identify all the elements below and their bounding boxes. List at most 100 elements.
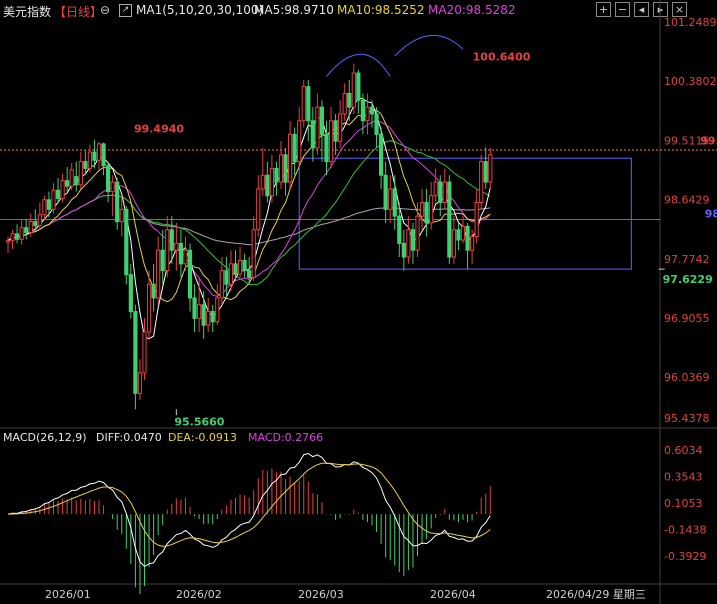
candle-body[interactable] xyxy=(274,167,279,183)
candle-body[interactable] xyxy=(388,188,393,210)
candle-body[interactable] xyxy=(247,270,252,278)
candle-body[interactable] xyxy=(237,259,243,275)
candle-body[interactable] xyxy=(278,154,284,183)
candle-body[interactable] xyxy=(55,189,61,199)
candle-body[interactable] xyxy=(19,227,24,240)
candle-body[interactable] xyxy=(92,151,97,161)
candle-body[interactable] xyxy=(74,176,79,186)
candle-body[interactable] xyxy=(115,181,120,223)
candle-body[interactable] xyxy=(156,249,161,299)
candle-body[interactable] xyxy=(392,188,397,217)
candle-body[interactable] xyxy=(210,311,215,323)
candle-body[interactable] xyxy=(106,165,111,193)
candle-body[interactable] xyxy=(383,174,388,210)
candle-body[interactable] xyxy=(265,174,270,197)
candle-body[interactable] xyxy=(460,225,466,241)
candle-body[interactable] xyxy=(456,229,461,241)
candle-body[interactable] xyxy=(269,167,274,197)
candle-body[interactable] xyxy=(28,221,33,233)
candle-body[interactable] xyxy=(351,72,356,108)
candle-body[interactable] xyxy=(319,106,325,135)
candle-body[interactable] xyxy=(137,372,143,394)
candle-body[interactable] xyxy=(37,214,42,227)
candle-body[interactable] xyxy=(483,161,488,183)
candle-body[interactable] xyxy=(479,161,484,204)
candle-body[interactable] xyxy=(110,181,115,193)
candle-body[interactable] xyxy=(46,199,52,210)
candle-body[interactable] xyxy=(360,99,365,122)
candle-body[interactable] xyxy=(69,169,74,187)
candle-body[interactable] xyxy=(33,221,38,227)
candle-body[interactable] xyxy=(374,113,379,135)
candle-body[interactable] xyxy=(306,86,311,122)
candle-body[interactable] xyxy=(201,304,206,326)
candle-body[interactable] xyxy=(465,225,470,251)
candle-body[interactable] xyxy=(470,236,475,251)
candle-body[interactable] xyxy=(119,208,124,223)
candle-body[interactable] xyxy=(324,133,329,163)
candle-body[interactable] xyxy=(83,161,88,169)
candle-body[interactable] xyxy=(315,106,320,149)
candle-body[interactable] xyxy=(288,133,293,183)
candle-body[interactable] xyxy=(424,202,429,224)
candle-body[interactable] xyxy=(379,133,384,176)
candle-body[interactable] xyxy=(297,120,302,163)
candle-body[interactable] xyxy=(151,283,156,299)
candle-body[interactable] xyxy=(42,199,47,216)
candle-body[interactable] xyxy=(15,233,20,240)
candle-body[interactable] xyxy=(260,174,265,190)
candle-body[interactable] xyxy=(78,161,83,186)
candle-body[interactable] xyxy=(219,270,224,299)
candle-body[interactable] xyxy=(438,181,443,204)
price-chart[interactable]: 101.2489100.380299.511598.642997.774296.… xyxy=(0,0,717,604)
candle-body[interactable] xyxy=(474,202,479,238)
candle-body[interactable] xyxy=(187,249,193,299)
candle-body[interactable] xyxy=(342,92,347,115)
candle-body[interactable] xyxy=(101,143,106,167)
candle-body[interactable] xyxy=(433,181,438,197)
candle-body[interactable] xyxy=(10,233,15,242)
candle-body[interactable] xyxy=(365,106,370,122)
candle-body[interactable] xyxy=(397,215,402,244)
candle-body[interactable] xyxy=(283,154,288,183)
candle-body[interactable] xyxy=(133,311,138,394)
candle-body[interactable] xyxy=(24,227,29,233)
candle-body[interactable] xyxy=(60,180,65,199)
candle-body[interactable] xyxy=(242,259,247,272)
candle-body[interactable] xyxy=(347,92,352,108)
candle-body[interactable] xyxy=(215,297,220,323)
candle-body[interactable] xyxy=(447,181,452,258)
candle-body[interactable] xyxy=(169,229,174,251)
candle-body[interactable] xyxy=(128,274,133,313)
candle-body[interactable] xyxy=(442,181,447,204)
candle-body[interactable] xyxy=(233,263,238,275)
candle-body[interactable] xyxy=(174,242,179,251)
candle-body[interactable] xyxy=(192,297,197,319)
candle-body[interactable] xyxy=(488,154,493,183)
candle-body[interactable] xyxy=(415,215,420,251)
candle-body[interactable] xyxy=(87,151,93,169)
candle-body[interactable] xyxy=(160,249,165,272)
candle-body[interactable] xyxy=(338,113,343,142)
candle-body[interactable] xyxy=(451,229,456,258)
candle-body[interactable] xyxy=(146,283,152,333)
candle-body[interactable] xyxy=(429,195,434,224)
candle-body[interactable] xyxy=(206,311,211,326)
candle-body[interactable] xyxy=(401,242,406,258)
candle-body[interactable] xyxy=(178,242,184,265)
candle-body[interactable] xyxy=(197,304,202,319)
candle-body[interactable] xyxy=(292,133,297,163)
candle-body[interactable] xyxy=(142,331,147,374)
candle-body[interactable] xyxy=(51,189,56,210)
candle-body[interactable] xyxy=(356,72,361,101)
candle-body[interactable] xyxy=(328,120,334,163)
candle-body[interactable] xyxy=(251,229,256,278)
candle-body[interactable] xyxy=(419,202,425,217)
candle-body[interactable] xyxy=(96,143,102,161)
candle-body[interactable] xyxy=(65,180,70,187)
candle-body[interactable] xyxy=(406,229,411,258)
candle-body[interactable] xyxy=(165,229,170,272)
candle-body[interactable] xyxy=(301,86,306,122)
candle-body[interactable] xyxy=(5,240,11,243)
candle-body[interactable] xyxy=(410,229,416,251)
